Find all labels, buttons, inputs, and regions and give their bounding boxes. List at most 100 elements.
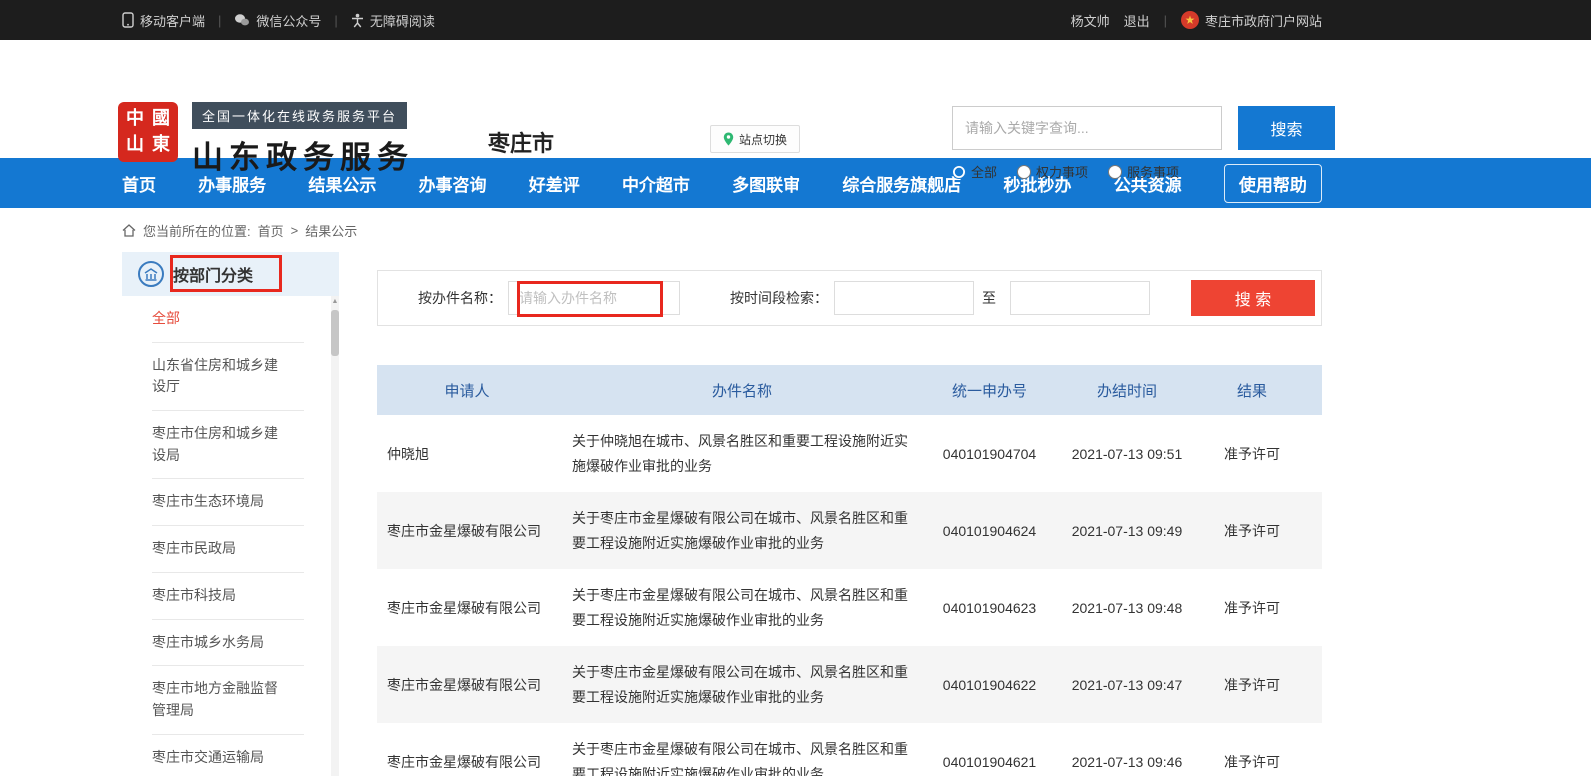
wechat-icon [234,13,250,27]
col-header-item-name: 办件名称 [557,380,927,401]
phone-icon [122,12,134,28]
department-sidebar: 按部门分类 全部 山东省住房和城乡建设厅 枣庄市住房和城乡建设局 枣庄市生态环境… [122,252,339,776]
dept-item[interactable]: 枣庄市住房和城乡建设局 [152,411,304,479]
gov-portal-link[interactable]: 枣庄市政府门户网站 [1181,11,1322,30]
radio-power-items[interactable]: 权力事项 [1017,162,1088,181]
dept-item-all[interactable]: 全部 [152,296,304,343]
keyword-search-input[interactable] [952,106,1222,150]
breadcrumb: 您当前所在的位置: 首页 > 结果公示 [122,208,1322,252]
dept-item[interactable]: 山东省住房和城乡建设厅 [152,343,304,411]
breadcrumb-prefix: 您当前所在的位置: [143,221,251,240]
dept-item[interactable]: 枣庄市城乡水务局 [152,620,304,667]
radio-service-items[interactable]: 服务事项 [1108,162,1179,181]
seal-char: 山 [126,134,144,156]
radio-all-input[interactable] [952,165,966,179]
cell-number: 040101904622 [927,677,1052,693]
emblem-icon [1181,11,1199,29]
cell-item-name: 关于枣庄市金星爆破有限公司在城市、风景名胜区和重要工程设施附近实施爆破作业审批的… [557,496,927,565]
cell-time: 2021-07-13 09:51 [1052,446,1202,462]
accessibility-link[interactable]: 无障碍阅读 [351,11,435,30]
radio-all[interactable]: 全部 [952,162,997,181]
breadcrumb-home-link[interactable]: 首页 [258,221,284,240]
breadcrumb-current: 结果公示 [305,221,357,240]
cell-number: 040101904624 [927,523,1052,539]
dept-item[interactable]: 枣庄市地方金融监督管理局 [152,666,304,734]
cell-time: 2021-07-13 09:49 [1052,523,1202,539]
content-area: 按部门分类 全部 山东省住房和城乡建设厅 枣庄市住房和城乡建设局 枣庄市生态环境… [122,252,1322,776]
site-title: 山东政务服务 [192,132,414,177]
filter-search-button[interactable]: 搜 索 [1191,280,1315,316]
col-header-applicant: 申请人 [377,380,557,401]
department-icon [138,261,164,287]
seal-char: 國 [152,108,170,130]
radio-service-items-input[interactable] [1108,165,1122,179]
divider: | [334,13,337,28]
dept-item[interactable]: 枣庄市民政局 [152,526,304,573]
breadcrumb-separator: > [291,223,299,238]
radio-power-items-input[interactable] [1017,165,1031,179]
table-row: 枣庄市金星爆破有限公司 关于枣庄市金星爆破有限公司在城市、风景名胜区和重要工程设… [377,723,1322,776]
site-switch-label: 站点切换 [739,131,787,148]
cell-time: 2021-07-13 09:48 [1052,600,1202,616]
platform-badge: 全国一体化在线政务服务平台 [192,102,407,129]
nav-joint-review[interactable]: 多图联审 [732,171,800,196]
current-city: 枣庄市 [488,126,554,158]
table-row: 枣庄市金星爆破有限公司 关于枣庄市金星爆破有限公司在城市、风景名胜区和重要工程设… [377,646,1322,723]
wechat-link[interactable]: 微信公众号 [234,11,321,30]
cell-applicant: 仲晓旭 [377,444,557,464]
shandong-seal-logo: 中 國 山 東 [118,102,178,162]
results-table: 申请人 办件名称 统一申办号 办结时间 结果 仲晓旭 关于仲晓旭在城市、风景名胜… [377,365,1322,776]
nav-flagship-store[interactable]: 综合服务旗舰店 [842,171,961,196]
cell-number: 040101904704 [927,446,1052,462]
topbar: 移动客户端 | 微信公众号 | 无障碍阅读 杨文帅 退出 | 枣庄市政府门户网站 [0,0,1591,40]
cell-applicant: 枣庄市金星爆破有限公司 [377,521,557,541]
dept-item[interactable]: 枣庄市科技局 [152,573,304,620]
col-header-time: 办结时间 [1052,380,1202,401]
cell-result: 准予许可 [1202,444,1302,464]
col-header-result: 结果 [1202,380,1302,401]
pin-icon [723,132,734,146]
time-from-input[interactable] [834,281,974,315]
main-panel: 按办件名称： 按时间段检索： 至 搜 索 申请人 办件名称 统一申办号 办结时间… [377,252,1322,776]
dept-item[interactable]: 枣庄市交通运输局 [152,735,304,776]
department-list: 全部 山东省住房和城乡建设厅 枣庄市住房和城乡建设局 枣庄市生态环境局 枣庄市民… [122,296,339,776]
seal-char: 中 [126,108,144,130]
sidebar-header: 按部门分类 [122,252,339,296]
radio-service-items-label: 服务事项 [1127,162,1179,181]
nav-rating[interactable]: 好差评 [529,171,580,196]
keyword-search-button[interactable]: 搜索 [1238,106,1335,150]
divider: | [1164,13,1167,28]
cell-applicant: 枣庄市金星爆破有限公司 [377,752,557,772]
table-header-row: 申请人 办件名称 统一申办号 办结时间 结果 [377,365,1322,415]
home-icon [122,224,136,237]
nav-consult[interactable]: 办事咨询 [419,171,487,196]
cell-result: 准予许可 [1202,675,1302,695]
site-switch-button[interactable]: 站点切换 [710,125,800,153]
gov-portal-label: 枣庄市政府门户网站 [1205,11,1322,30]
table-row: 枣庄市金星爆破有限公司 关于枣庄市金星爆破有限公司在城市、风景名胜区和重要工程设… [377,569,1322,646]
sidebar-scrollbar-track[interactable] [331,296,339,776]
radio-all-label: 全部 [971,162,997,181]
time-filter-label: 按时间段检索： [730,288,828,308]
sidebar-scrollbar-thumb[interactable] [331,310,339,356]
item-name-input[interactable] [508,281,680,315]
accessibility-icon [351,13,364,28]
cell-number: 040101904621 [927,754,1052,770]
username-link[interactable]: 杨文帅 [1071,11,1110,30]
mobile-client-label: 移动客户端 [140,11,205,30]
cell-result: 准予许可 [1202,598,1302,618]
logout-link[interactable]: 退出 [1124,11,1150,30]
site-logo[interactable]: 中 國 山 東 全国一体化在线政务服务平台 山东政务服务 [118,102,414,177]
table-row: 枣庄市金星爆破有限公司 关于枣庄市金星爆破有限公司在城市、风景名胜区和重要工程设… [377,492,1322,569]
mobile-client-link[interactable]: 移动客户端 [122,11,205,30]
nav-help[interactable]: 使用帮助 [1224,164,1322,203]
cell-applicant: 枣庄市金星爆破有限公司 [377,598,557,618]
divider: | [218,13,221,28]
cell-time: 2021-07-13 09:47 [1052,677,1202,693]
dept-item[interactable]: 枣庄市生态环境局 [152,479,304,526]
time-to-input[interactable] [1010,281,1150,315]
radio-power-items-label: 权力事项 [1036,162,1088,181]
sidebar-title: 按部门分类 [173,262,253,286]
nav-agency-market[interactable]: 中介超市 [622,171,690,196]
scroll-up-arrow[interactable]: ▲ [331,298,339,306]
